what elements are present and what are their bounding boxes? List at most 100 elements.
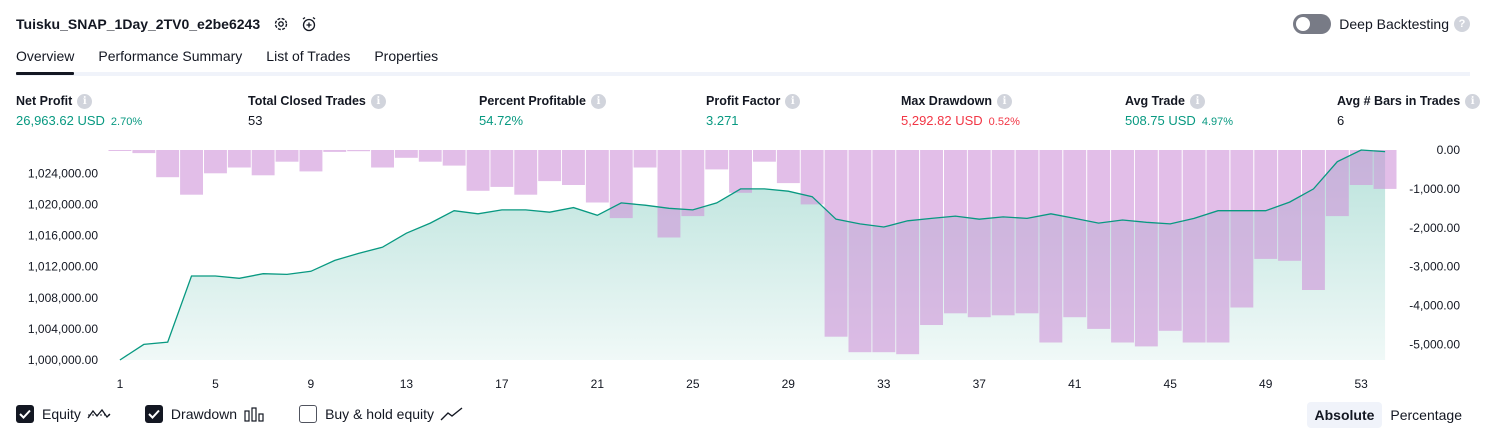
drawdown-bar xyxy=(1373,150,1397,189)
drawdown-bar xyxy=(1325,150,1349,217)
drawdown-bar xyxy=(490,150,514,187)
metric-percent: 0.52% xyxy=(988,116,1020,128)
x-tick-label: 25 xyxy=(686,377,700,391)
x-tick-label: 45 xyxy=(1164,377,1178,391)
metric-value: 3.271 xyxy=(706,113,739,128)
trade-number-axis: 1 5 9 13 17 21 25 29 33 37 41 45 49 53 xyxy=(117,377,1369,391)
metric-percent: 4.97% xyxy=(1201,116,1234,128)
drawdown-bar xyxy=(944,150,967,314)
alarm-clock-plus-icon[interactable] xyxy=(298,13,320,35)
help-icon[interactable]: ? xyxy=(1454,16,1470,32)
metric-total-closed-trades: Total Closed Trades i 53 xyxy=(248,93,386,129)
legend-buy-hold[interactable]: Buy & hold equity xyxy=(299,405,464,423)
metric-percent: 2.70% xyxy=(110,116,143,128)
tab-properties[interactable]: Properties xyxy=(374,44,438,76)
info-icon[interactable]: i xyxy=(1465,93,1481,109)
metric-value: 6 xyxy=(1337,113,1345,128)
line-chart-icon xyxy=(87,406,111,422)
chart-legend: Equity Drawdown Buy & hold equity xyxy=(16,403,498,425)
drawdown-bar xyxy=(514,150,538,195)
drawdown-bar xyxy=(180,150,203,195)
legend-drawdown-label: Drawdown xyxy=(170,406,238,422)
equity-tick-label: 1,000,000.00 xyxy=(28,353,98,367)
tab-overview[interactable]: Overview xyxy=(16,44,75,76)
legend-equity[interactable]: Equity xyxy=(16,405,111,423)
drawdown-bar xyxy=(1254,150,1278,259)
tab-bar: Overview Performance Summary List of Tra… xyxy=(16,44,462,76)
drawdown-bar xyxy=(204,150,227,174)
drawdown-bar xyxy=(776,150,800,184)
metric-value: 508.75 USD xyxy=(1125,113,1196,128)
metric-value: 26,963.62 USD xyxy=(16,113,105,128)
drawdown-bar xyxy=(132,150,156,154)
drawdown-bar xyxy=(585,150,609,203)
drawdown-bar xyxy=(156,150,180,178)
absolute-button[interactable]: Absolute xyxy=(1306,402,1383,428)
drawdown-bar xyxy=(705,150,729,170)
drawdown-bar xyxy=(1206,150,1230,343)
drawdown-bar xyxy=(991,150,1015,316)
info-icon[interactable]: i xyxy=(370,93,386,109)
drawdown-bar xyxy=(1182,150,1206,343)
info-icon[interactable]: i xyxy=(785,93,801,109)
metric-avg-trade: Avg Trade i 508.75 USD 4.97% xyxy=(1125,93,1233,129)
metric-label: Avg # Bars in Trades xyxy=(1337,94,1461,108)
buy-hold-checkbox[interactable] xyxy=(299,405,318,423)
info-icon[interactable]: i xyxy=(997,93,1012,109)
equity-drawdown-chart[interactable]: 1,000,000.00 1,004,000.00 1,008,000.00 1,01… xyxy=(0,140,1486,400)
x-tick-label: 53 xyxy=(1355,377,1369,391)
drawdown-bar xyxy=(1063,150,1087,318)
drawdown-bar xyxy=(633,150,657,168)
drawdown-bar xyxy=(275,150,299,162)
drawdown-bar xyxy=(299,150,323,172)
metric-label: Percent Profitable xyxy=(479,94,586,108)
deep-backtesting-toggle[interactable] xyxy=(1293,14,1332,34)
info-icon[interactable]: i xyxy=(77,93,93,109)
drawdown-bar xyxy=(729,150,752,193)
drawdown-bar xyxy=(1111,150,1134,343)
deep-backtesting-label: Deep Backtesting xyxy=(1339,16,1449,32)
drawdown-bar xyxy=(394,150,418,158)
info-icon[interactable]: i xyxy=(1189,93,1205,109)
tab-list-of-trades[interactable]: List of Trades xyxy=(266,44,350,76)
drawdown-bar xyxy=(848,150,872,353)
equity-tick-label: 1,024,000.00 xyxy=(28,166,98,180)
drawdown-bar xyxy=(1015,150,1039,314)
percentage-button[interactable]: Percentage xyxy=(1382,402,1470,428)
info-icon[interactable]: i xyxy=(590,93,606,109)
toggle-knob xyxy=(1296,17,1311,31)
deep-backtesting-control: Deep Backtesting ? xyxy=(1293,13,1470,35)
drawdown-tick-label: 0.00 xyxy=(1437,143,1461,157)
strategy-header: Tuisku_SNAP_1Day_2TV0_e2be6243 xyxy=(16,12,320,36)
metric-max-drawdown: Max Drawdown i 5,292.82 USD 0.52% xyxy=(901,93,1020,129)
x-tick-label: 49 xyxy=(1259,377,1273,391)
drawdown-bar xyxy=(1349,150,1373,185)
drawdown-bar xyxy=(227,150,251,168)
drawdown-bar xyxy=(1302,150,1325,290)
equity-checkbox[interactable] xyxy=(16,405,34,423)
x-tick-label: 41 xyxy=(1068,377,1082,391)
drawdown-tick-label: -3,000.00 xyxy=(1409,260,1460,274)
legend-drawdown[interactable]: Drawdown xyxy=(144,405,265,423)
equity-tick-label: 1,016,000.00 xyxy=(28,229,98,243)
drawdown-bar xyxy=(371,150,394,168)
x-tick-label: 33 xyxy=(877,377,891,391)
tab-performance-summary[interactable]: Performance Summary xyxy=(98,44,242,76)
drawdown-bar xyxy=(753,150,776,162)
drawdown-bar xyxy=(323,150,347,152)
strategy-title: Tuisku_SNAP_1Day_2TV0_e2be6243 xyxy=(16,16,261,32)
drawdown-bar xyxy=(657,150,681,238)
x-tick-label: 29 xyxy=(782,377,796,391)
drawdown-checkbox[interactable] xyxy=(144,405,163,423)
metric-value: 5,292.82 USD xyxy=(901,113,983,128)
checkmark-icon xyxy=(19,409,31,419)
drawdown-bar xyxy=(967,150,991,318)
equity-axis: 1,000,000.00 1,004,000.00 1,008,000.00 1,01… xyxy=(28,166,98,367)
gear-icon[interactable] xyxy=(270,13,292,35)
drawdown-bar xyxy=(1230,150,1254,308)
bar-chart-icon xyxy=(243,406,265,422)
drawdown-bar xyxy=(1039,150,1063,343)
drawdown-bar xyxy=(1087,150,1111,329)
drawdown-axis: 0.00 -1,000.00 -2,000.00 -3,000.00 -4,000.00… xyxy=(1409,143,1460,351)
drawdown-bar xyxy=(1158,150,1182,331)
